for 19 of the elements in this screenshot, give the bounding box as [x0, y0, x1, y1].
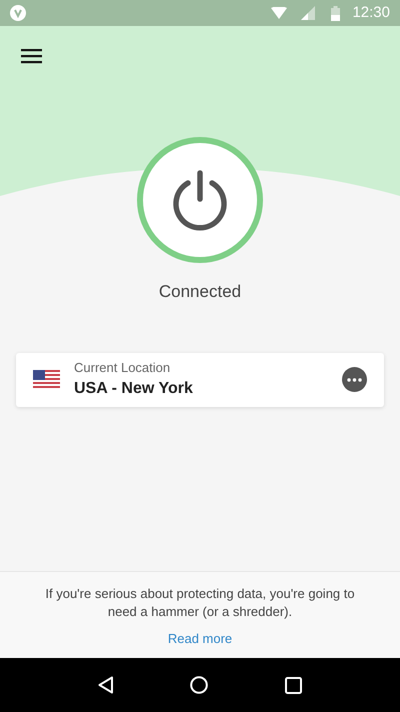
- app-logo-icon: [10, 5, 26, 21]
- footer-message: If you're serious about protecting data, you're going to need a hammer (or a shredder).: [44, 585, 356, 621]
- battery-icon: [331, 6, 340, 20]
- menu-icon: [21, 48, 42, 64]
- signal-icon: [301, 6, 316, 20]
- connection-status: Connected: [158, 281, 242, 303]
- wifi-icon: [271, 7, 288, 19]
- more-icon: [347, 378, 362, 382]
- flag-icon: [33, 370, 60, 390]
- location-name: USA - New York: [74, 378, 194, 398]
- location-card[interactable]: Current Location USA - New York: [16, 352, 384, 406]
- read-more-link[interactable]: Read more: [168, 629, 232, 648]
- location-label: Current Location: [74, 360, 172, 376]
- back-icon[interactable]: [98, 676, 114, 694]
- recents-icon[interactable]: [284, 676, 302, 694]
- menu-button[interactable]: [21, 48, 42, 64]
- more-options-button[interactable]: [342, 367, 367, 392]
- clock-time: 12:30: [352, 2, 390, 23]
- home-icon[interactable]: [190, 676, 208, 694]
